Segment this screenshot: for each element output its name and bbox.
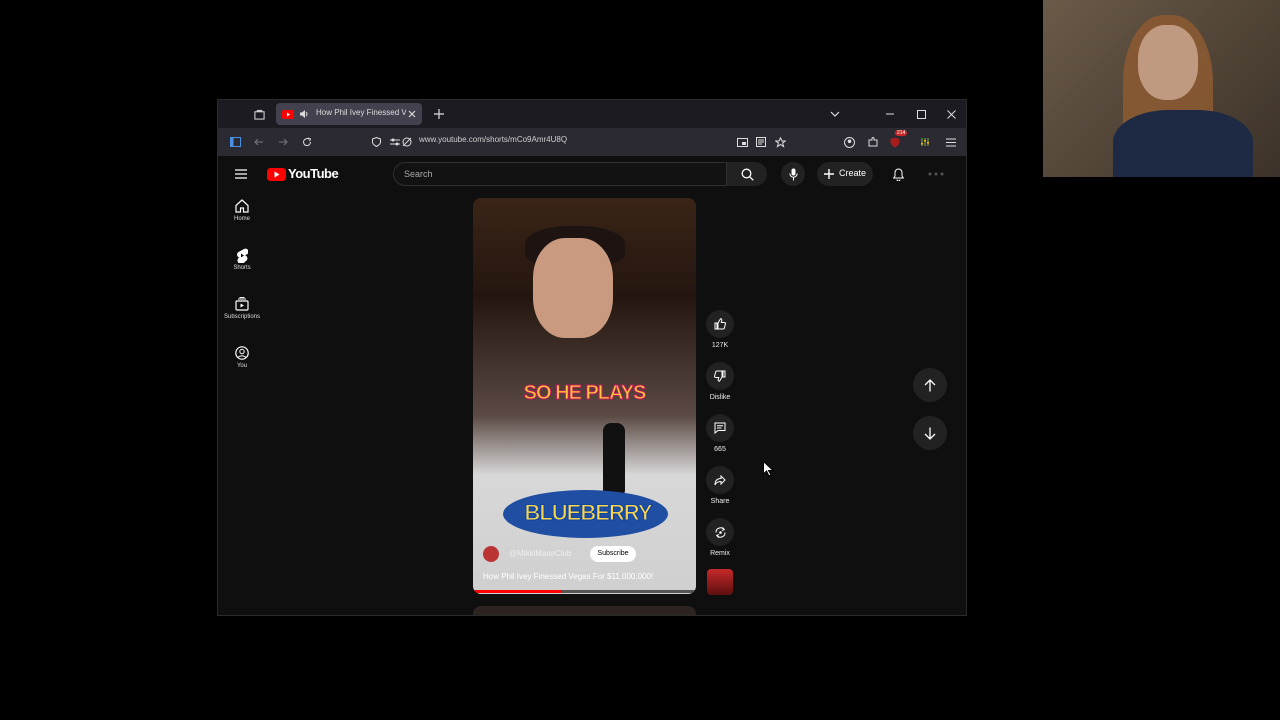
create-label: Create	[839, 168, 867, 178]
webcam-person-face	[1138, 25, 1198, 100]
sidebar-label-shorts: Shorts	[233, 265, 251, 271]
share-icon	[714, 474, 726, 486]
like-button[interactable]	[706, 310, 734, 338]
arrow-down-icon	[924, 427, 936, 440]
tab-bar: How Phil Ivey Finessed Vegas	[218, 100, 966, 128]
progress-bar[interactable]	[473, 590, 696, 593]
previous-short-button[interactable]	[913, 368, 947, 402]
remix-label: Remix	[710, 550, 730, 557]
search-icon	[741, 168, 754, 181]
bell-icon[interactable]	[891, 167, 905, 181]
minimize-icon[interactable]	[883, 107, 897, 121]
voice-search-button[interactable]	[781, 162, 805, 186]
home-icon	[234, 198, 250, 214]
shield-icon[interactable]	[369, 135, 383, 149]
equalizer-extension-icon[interactable]	[918, 135, 932, 149]
remix-action[interactable]: Remix	[706, 518, 734, 557]
comment-action[interactable]: 665	[706, 414, 734, 453]
comment-icon	[714, 422, 726, 434]
guide-menu-icon[interactable]	[234, 167, 248, 181]
sidebar-label-you: You	[236, 363, 248, 369]
sidebar-label-home: Home	[233, 216, 250, 222]
address-bar[interactable]: www.youtube.com/shorts/mCo9Amr4U8Q	[419, 135, 567, 144]
sidebar-item-shorts[interactable]: Shorts	[218, 241, 266, 281]
youtube-logo-text[interactable]: YouTube	[288, 166, 339, 181]
next-short-preview[interactable]	[473, 606, 696, 615]
dislike-action[interactable]: Dislike	[706, 362, 734, 401]
tracking-protection-icon[interactable]	[400, 135, 414, 149]
webcam-overlay	[1043, 0, 1280, 177]
like-icon	[714, 318, 726, 330]
bookmark-star-icon[interactable]	[773, 135, 787, 149]
extensions-icon[interactable]	[866, 135, 880, 149]
webcam-person-body	[1113, 110, 1253, 177]
tab-title: How Phil Ivey Finessed Vegas	[316, 108, 406, 117]
reader-view-icon[interactable]	[754, 135, 768, 149]
dislike-button[interactable]	[706, 362, 734, 390]
back-icon[interactable]	[252, 135, 266, 149]
account-icon[interactable]	[842, 135, 856, 149]
video-microphone	[603, 423, 625, 498]
tab-manager-icon[interactable]	[252, 107, 266, 121]
picture-in-picture-icon[interactable]	[735, 135, 749, 149]
plus-icon	[823, 168, 835, 180]
list-tabs-icon[interactable]	[828, 107, 842, 121]
channel-name[interactable]: @MikkiMaseClub	[509, 549, 571, 558]
video-caption-overlay: SO HE PLAYS	[523, 382, 647, 405]
like-count: 127K	[711, 342, 729, 349]
close-tab-icon[interactable]	[406, 108, 418, 120]
sidebar-label-subscriptions: Subscriptions	[223, 314, 261, 320]
shorts-icon	[234, 247, 250, 263]
arrow-up-icon	[924, 378, 936, 392]
comment-button[interactable]	[706, 414, 734, 442]
sidebar-item-subscriptions[interactable]: Subscriptions	[218, 290, 266, 330]
search-input[interactable]: Search	[393, 162, 727, 186]
subscribe-button[interactable]: Subscribe	[590, 546, 636, 562]
reload-icon[interactable]	[300, 135, 314, 149]
forward-icon[interactable]	[276, 135, 290, 149]
dislike-label: Dislike	[709, 394, 731, 401]
channel-row: @MikkiMaseClub Subscribe	[483, 546, 683, 562]
youtube-favicon-icon	[282, 108, 294, 120]
sidebar-item-home[interactable]: Home	[218, 192, 266, 232]
channel-avatar[interactable]	[483, 546, 499, 562]
comment-count: 665	[714, 446, 726, 453]
mouse-cursor-icon	[763, 461, 774, 477]
progress-fill	[473, 590, 563, 593]
short-video-player[interactable]: SO HE PLAYS BLUEBERRY @MikkiMaseClub Sub…	[473, 198, 696, 594]
app-menu-icon[interactable]	[944, 135, 958, 149]
remix-button[interactable]	[706, 518, 734, 546]
speaker-icon[interactable]	[298, 108, 310, 120]
close-window-icon[interactable]	[944, 107, 958, 121]
like-action[interactable]: 127K	[706, 310, 734, 349]
share-action[interactable]: Share	[706, 466, 734, 505]
ublock-icon[interactable]	[888, 135, 902, 149]
youtube-header: YouTube Search Create	[218, 156, 966, 192]
you-icon	[234, 345, 250, 361]
search-placeholder: Search	[404, 169, 433, 179]
sound-thumbnail[interactable]	[707, 569, 733, 595]
extension-badge: 214	[895, 130, 908, 136]
remix-icon	[714, 526, 727, 539]
browser-window: How Phil Ivey Finessed Vegas	[217, 99, 967, 616]
video-shirt-text: BLUEBERRY	[524, 500, 653, 526]
short-title[interactable]: How Phil Ivey Finessed Vegas For $11,000…	[483, 572, 693, 581]
create-button[interactable]: Create	[817, 162, 873, 186]
share-button[interactable]	[706, 466, 734, 494]
avatar-loading-icon[interactable]	[926, 167, 946, 181]
dislike-icon	[714, 370, 726, 382]
new-tab-icon[interactable]	[432, 107, 446, 121]
navigation-bar: www.youtube.com/shorts/mCo9Amr4U8Q 214	[218, 128, 966, 156]
search-button[interactable]	[727, 162, 767, 186]
video-subject-face	[533, 238, 613, 338]
sidebar-toggle-icon[interactable]	[228, 135, 242, 149]
subscriptions-icon	[234, 296, 250, 312]
maximize-icon[interactable]	[914, 107, 928, 121]
mic-icon	[788, 168, 798, 181]
share-label: Share	[710, 498, 730, 505]
next-short-button[interactable]	[913, 416, 947, 450]
active-tab[interactable]: How Phil Ivey Finessed Vegas	[276, 103, 422, 125]
youtube-logo-icon[interactable]	[266, 167, 286, 181]
sidebar-item-you[interactable]: You	[218, 339, 266, 379]
